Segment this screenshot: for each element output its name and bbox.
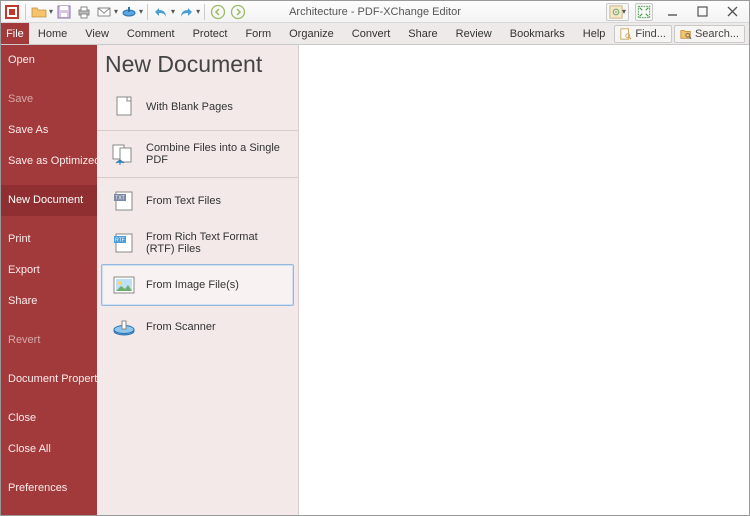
sidebar-item-close-all[interactable]: Close All	[1, 434, 97, 465]
new-doc-option-image[interactable]: From Image File(s)	[101, 264, 294, 306]
sidebar-item-close[interactable]: Close	[1, 403, 97, 434]
undo-icon[interactable]	[152, 3, 170, 21]
sidebar-item-revert[interactable]: Revert	[1, 325, 97, 356]
backstage-content	[299, 45, 749, 515]
panel-heading: New Document	[97, 51, 298, 86]
menu-form[interactable]: Form	[236, 23, 280, 45]
new-doc-option-txt[interactable]: TXT From Text Files	[101, 180, 294, 222]
sidebar-item-print[interactable]: Print	[1, 224, 97, 255]
save-icon[interactable]	[55, 3, 73, 21]
sidebar-item-export-settings[interactable]: Export Settings	[1, 512, 97, 515]
mail-icon[interactable]	[95, 3, 113, 21]
search-button[interactable]: Search...	[674, 25, 745, 43]
new-doc-option-blank[interactable]: With Blank Pages	[101, 86, 294, 128]
redo-dropdown-icon[interactable]: ▾	[196, 7, 200, 16]
search-icon	[680, 28, 692, 40]
image-icon	[110, 273, 138, 297]
scanner-icon[interactable]	[120, 3, 138, 21]
svg-text:TXT: TXT	[115, 196, 124, 202]
quick-access-toolbar: ▾ ▾ ▾ ▾ ▾	[1, 3, 247, 21]
sidebar-item-document-properties[interactable]: Document Properties	[1, 364, 97, 395]
combine-icon	[110, 142, 138, 166]
new-doc-option-scanner[interactable]: From Scanner	[101, 306, 294, 348]
option-label: From Image File(s)	[146, 279, 239, 291]
menu-bar: File HomeViewCommentProtectFormOrganizeC…	[1, 23, 749, 45]
option-separator	[97, 177, 298, 178]
txt-icon: TXT	[110, 189, 138, 213]
scan-dropdown-icon[interactable]: ▾	[139, 7, 143, 16]
option-separator	[97, 130, 298, 131]
sidebar-item-open[interactable]: Open	[1, 45, 97, 76]
menu-help[interactable]: Help	[574, 23, 615, 45]
sidebar-item-preferences[interactable]: Preferences	[1, 473, 97, 504]
print-icon[interactable]	[75, 3, 93, 21]
sidebar-item-new-document[interactable]: New Document	[1, 185, 97, 216]
app-icon	[3, 3, 21, 21]
new-doc-option-combine[interactable]: Combine Files into a Single PDF	[101, 133, 294, 175]
option-label: From Scanner	[146, 321, 216, 333]
menu-bookmarks[interactable]: Bookmarks	[501, 23, 574, 45]
sidebar-item-save[interactable]: Save	[1, 84, 97, 115]
menu-organize[interactable]: Organize	[280, 23, 343, 45]
search-label: Search...	[695, 28, 739, 40]
sidebar-item-save-as-optimized[interactable]: Save as Optimized	[1, 146, 97, 177]
svg-text:RTF: RTF	[115, 238, 125, 244]
redo-icon[interactable]	[177, 3, 195, 21]
file-menu-sidebar: Open SaveSave AsSave as Optimized New Docu…	[1, 45, 97, 515]
undo-dropdown-icon[interactable]: ▾	[171, 7, 175, 16]
new-doc-option-rtf[interactable]: RTF From Rich Text Format (RTF) Files	[101, 222, 294, 264]
menu-comment[interactable]: Comment	[118, 23, 184, 45]
sidebar-item-share[interactable]: Share	[1, 286, 97, 317]
find-label: Find...	[635, 28, 666, 40]
launch-options-button[interactable]	[635, 3, 653, 21]
new-document-panel: New Document With Blank Pages Combine Fil…	[97, 45, 299, 515]
option-label: From Text Files	[146, 195, 221, 207]
mail-dropdown-icon[interactable]: ▾	[114, 7, 118, 16]
find-button[interactable]: Find...	[614, 25, 672, 43]
window-close-button[interactable]	[719, 3, 745, 21]
menu-review[interactable]: Review	[447, 23, 501, 45]
find-icon	[620, 28, 632, 40]
window-maximize-button[interactable]	[689, 3, 715, 21]
sidebar-item-save-as[interactable]: Save As	[1, 115, 97, 146]
menu-view[interactable]: View	[76, 23, 118, 45]
window-minimize-button[interactable]	[659, 3, 685, 21]
menu-protect[interactable]: Protect	[184, 23, 237, 45]
blank-icon	[110, 95, 138, 119]
option-label: With Blank Pages	[146, 101, 233, 113]
backstage-main: New Document With Blank Pages Combine Fil…	[97, 45, 749, 515]
open-dropdown-icon[interactable]: ▾	[49, 7, 53, 16]
nav-back-icon[interactable]	[209, 3, 227, 21]
menu-convert[interactable]: Convert	[343, 23, 400, 45]
scanner-icon	[110, 315, 138, 339]
open-folder-icon[interactable]	[30, 3, 48, 21]
option-label: From Rich Text Format (RTF) Files	[146, 231, 285, 255]
menu-home[interactable]: Home	[29, 23, 76, 45]
ui-settings-button[interactable]: ▾	[606, 3, 629, 21]
nav-forward-icon[interactable]	[229, 3, 247, 21]
menu-share[interactable]: Share	[399, 23, 446, 45]
sidebar-item-export[interactable]: Export	[1, 255, 97, 286]
title-bar: ▾ ▾ ▾ ▾ ▾	[1, 1, 749, 23]
rtf-icon: RTF	[110, 231, 138, 255]
option-label: Combine Files into a Single PDF	[146, 142, 285, 166]
file-tab[interactable]: File	[1, 23, 29, 44]
